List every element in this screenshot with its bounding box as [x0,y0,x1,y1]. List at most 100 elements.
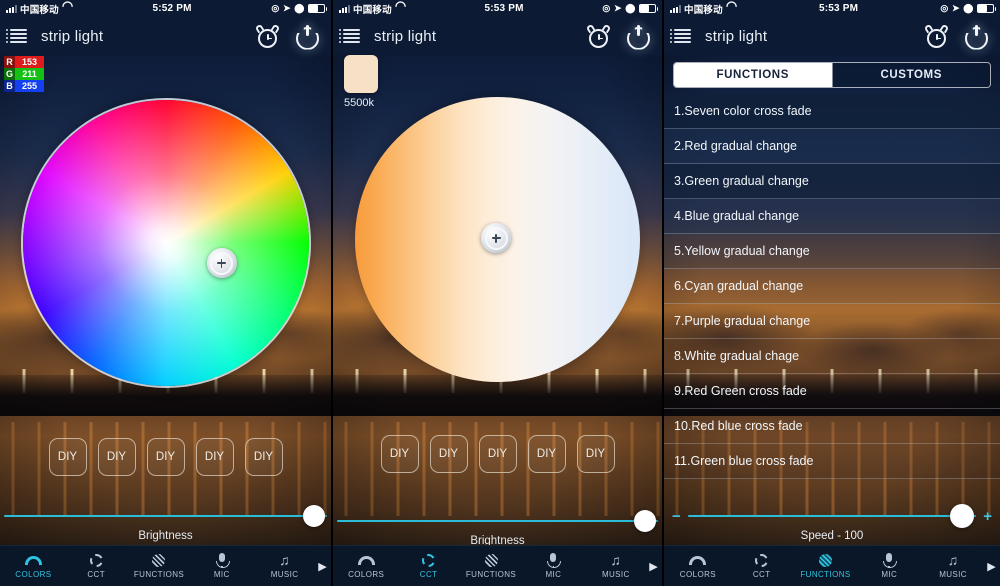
brightness-track[interactable] [4,514,327,518]
speed-knob[interactable] [950,504,974,528]
color-wheel[interactable] [20,98,311,388]
function-list-item[interactable]: 1.Seven color cross fade [664,94,1000,129]
diy-button-5[interactable]: DIY [244,438,283,476]
nav-item-colors[interactable]: COLORS [666,553,730,579]
nav-item-colors[interactable]: COLORS [2,553,65,579]
rgb-green-row: G 211 [4,68,44,80]
function-list-item[interactable]: 10.Red blue cross fade [664,409,1000,444]
signal-bars-icon [670,4,681,13]
diy-button-4[interactable]: DIY [195,438,234,476]
nav-label-music: MUSIC [601,570,630,579]
nav-label-music: MUSIC [939,570,967,579]
app-header: strip light [333,17,662,55]
alarm-clock-icon[interactable] [923,23,950,48]
alarm-clock-icon[interactable] [254,23,281,48]
power-icon[interactable] [963,23,990,50]
power-icon[interactable] [294,23,321,50]
brightness-slider[interactable] [333,510,662,532]
wifi-icon [395,0,407,13]
nav-item-mic[interactable]: MIC [190,553,253,579]
function-list-item[interactable]: 7.Purple gradual change [664,304,1000,339]
rotation-lock-icon: ⬤ [963,3,974,13]
nav-item-cct[interactable]: CCT [397,553,459,579]
rgb-blue-row: B 255 [4,80,44,92]
status-bar: 中国移动 5:52 PM ◎ ➤ ⬤ [0,0,331,17]
brightness-knob[interactable] [634,510,656,532]
nav-more-arrow[interactable]: ▶ [316,560,329,573]
colors-arc-icon [357,553,375,568]
microphone-icon [881,553,898,568]
cct-color-swatch[interactable] [344,55,378,93]
function-list-item[interactable]: 9.Red Green cross fade [664,374,1000,409]
nav-item-functions[interactable]: FUNCTIONS [460,553,522,579]
page-title: strip light [41,27,104,45]
nav-label-cct: CCT [87,570,106,579]
diy-button-1[interactable]: DIY [380,435,419,473]
speed-label: Speed - 100 [800,530,864,542]
functions-striped-circle-icon [483,553,500,568]
power-icon[interactable] [625,23,652,50]
status-bar: 中国移动 5:53 PM ◎ ➤ ⬤ [664,0,1000,17]
page-title: strip light [705,27,768,45]
function-list-item[interactable]: 6.Cyan gradual change [664,269,1000,304]
speed-track[interactable] [687,514,977,518]
diy-button-3[interactable]: DIY [478,435,517,473]
hamburger-menu-icon[interactable] [6,29,27,44]
diy-button-4[interactable]: DIY [527,435,566,473]
nav-item-colors[interactable]: COLORS [335,553,397,579]
nav-item-cct[interactable]: CCT [730,553,794,579]
nav-label-colors: COLORS [679,570,716,579]
carrier-label: 中国移动 [684,4,723,16]
alarm-circle-icon: ◎ [940,3,949,13]
nav-more-arrow[interactable]: ▶ [985,560,998,573]
function-list-item[interactable]: 11.Green blue cross fade [664,444,1000,479]
speed-decrease-button[interactable]: − [672,509,681,524]
function-list-item[interactable]: 4.Blue gradual change [664,199,1000,234]
tab-functions[interactable]: FUNCTIONS [674,63,832,87]
nav-item-cct[interactable]: CCT [65,553,128,579]
alarm-clock-icon[interactable] [585,23,612,48]
cct-wheel[interactable] [355,97,640,382]
cct-picker-handle[interactable] [481,223,511,253]
panel-cct: 中国移动 5:53 PM ◎ ➤ ⬤ strip light [331,0,662,586]
functions-striped-circle-icon [150,553,167,568]
nav-item-functions[interactable]: FUNCTIONS [128,553,191,579]
brightness-slider[interactable] [0,505,331,527]
status-time: 5:52 PM [152,3,192,14]
hamburger-menu-icon[interactable] [339,29,360,44]
wifi-icon [62,0,74,13]
rgb-value-readout: R 153 G 211 B 255 [4,56,44,92]
diy-button-3[interactable]: DIY [146,438,185,476]
nav-more-arrow[interactable]: ▶ [647,560,660,573]
tab-customs[interactable]: CUSTOMS [831,63,990,87]
color-picker-handle[interactable] [206,248,237,278]
nav-item-functions[interactable]: FUNCTIONS [794,553,858,579]
function-list-item[interactable]: 2.Red gradual change [664,129,1000,164]
carrier-label: 中国移动 [20,4,59,16]
nav-item-mic[interactable]: MIC [522,553,584,579]
diy-button-2[interactable]: DIY [429,435,468,473]
diy-button-2[interactable]: DIY [97,438,136,476]
nav-item-music[interactable]: ♫ MUSIC [585,553,647,579]
diy-button-5[interactable]: DIY [576,435,615,473]
diy-button-1[interactable]: DIY [48,438,87,476]
location-arrow-icon: ➤ [613,3,622,13]
function-list-item[interactable]: 3.Green gradual change [664,164,1000,199]
nav-item-music[interactable]: ♫ MUSIC [253,553,316,579]
location-arrow-icon: ➤ [951,3,960,13]
speed-increase-button[interactable]: + [983,509,992,524]
nav-item-mic[interactable]: MIC [857,553,921,579]
function-list-item[interactable]: 8.White gradual chage [664,339,1000,374]
microphone-icon [213,553,230,568]
hamburger-menu-icon[interactable] [670,29,691,44]
brightness-slider-zone: Brightness [0,505,331,542]
rgb-red-key: R [4,56,15,68]
speed-slider[interactable]: − + [664,504,1000,528]
brightness-track[interactable] [337,519,658,523]
nav-label-functions: FUNCTIONS [133,570,185,579]
mode-tabs: FUNCTIONS CUSTOMS [673,62,991,88]
brightness-knob[interactable] [303,505,325,527]
cct-sun-icon [88,553,105,568]
function-list-item[interactable]: 5.Yellow gradual change [664,234,1000,269]
nav-item-music[interactable]: ♫ MUSIC [921,553,985,579]
